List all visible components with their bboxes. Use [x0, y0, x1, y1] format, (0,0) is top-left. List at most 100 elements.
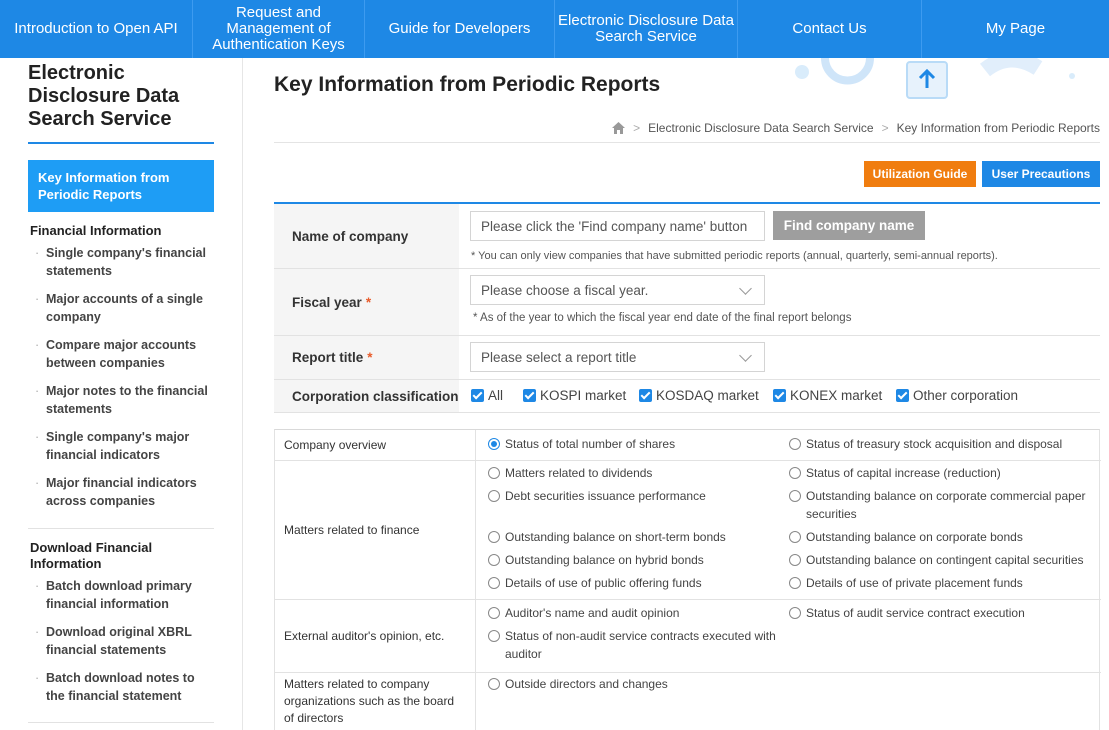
- sidebar-item-compare-accounts[interactable]: · Compare major accounts between companie…: [35, 336, 216, 372]
- radio-icon: [789, 577, 801, 589]
- sidebar-item-batch-primary[interactable]: · Batch download primary financial inform…: [35, 577, 216, 613]
- search-form: Name of company Please click the 'Find c…: [274, 202, 1100, 413]
- company-label: Name of company: [274, 204, 459, 268]
- breadcrumb-item[interactable]: Electronic Disclosure Data Search Servic…: [648, 121, 873, 135]
- checkbox-kosdaq[interactable]: KOSDAQ market: [639, 388, 759, 403]
- sidebar: Electronic Disclosure Data Search Servic…: [0, 58, 243, 730]
- column-divider: [475, 430, 476, 730]
- checkbox-checked-icon: [523, 389, 536, 402]
- classification-label-text: Corporation classification: [292, 389, 459, 404]
- checkbox-label: All: [488, 388, 504, 403]
- radio-label: Debt securities issuance performance: [505, 489, 706, 503]
- fiscal-year-select-value: Please choose a fiscal year.: [481, 282, 649, 298]
- radio-contingent-capital[interactable]: Outstanding balance on contingent capita…: [789, 551, 1084, 569]
- radio-hybrid-bonds[interactable]: Outstanding balance on hybrid bonds: [488, 551, 704, 569]
- radio-total-shares[interactable]: Status of total number of shares: [488, 435, 675, 453]
- radio-label: Auditor's name and audit opinion: [505, 606, 680, 620]
- bullet-icon: ·: [35, 671, 40, 685]
- radio-corporate-bonds[interactable]: Outstanding balance on corporate bonds: [789, 528, 1023, 546]
- report-title-select-value: Please select a report title: [481, 349, 637, 365]
- company-label-text: Name of company: [292, 228, 409, 244]
- radio-icon: [789, 607, 801, 619]
- chevron-down-icon: [739, 349, 752, 362]
- radio-label: Outstanding balance on corporate bonds: [806, 530, 1023, 544]
- sidebar-item-label: Single company's major financial indicat…: [46, 430, 190, 462]
- fiscal-year-label-text: Fiscal year: [292, 294, 362, 310]
- nav-auth-keys[interactable]: Request and Management of Authentication…: [193, 0, 365, 58]
- sidebar-item-label: Compare major accounts between companies: [46, 338, 197, 370]
- nav-disclosure-search[interactable]: Electronic Disclosure Data Search Servic…: [555, 0, 738, 58]
- report-title-label: Report title *: [274, 336, 459, 379]
- company-name-input[interactable]: Please click the 'Find company name' but…: [470, 211, 765, 241]
- radio-short-term-bonds[interactable]: Outstanding balance on short-term bonds: [488, 528, 726, 546]
- sidebar-item-key-information[interactable]: Key Information from Periodic Reports: [28, 160, 214, 212]
- checkbox-all[interactable]: All: [471, 388, 503, 403]
- radio-outside-directors[interactable]: Outside directors and changes: [488, 675, 668, 693]
- user-precautions-button[interactable]: User Precautions: [982, 161, 1100, 187]
- sidebar-item-xbrl[interactable]: · Download original XBRL financial statem…: [35, 623, 216, 659]
- fiscal-year-select[interactable]: Please choose a fiscal year.: [470, 275, 765, 305]
- radio-label: Outstanding balance on short-term bonds: [505, 530, 726, 544]
- radio-icon: [488, 630, 500, 642]
- radio-auditor-opinion[interactable]: Auditor's name and audit opinion: [488, 604, 679, 622]
- sidebar-title: Electronic Disclosure Data Search Servic…: [28, 62, 180, 130]
- radio-label: Status of capital increase (reduction): [806, 466, 1001, 480]
- sidebar-item-major-notes[interactable]: · Major notes to the financial statements: [35, 382, 216, 418]
- category-finance: Matters related to finance: [284, 522, 420, 537]
- radio-label: Status of non-audit service contracts ex…: [505, 629, 776, 661]
- radio-non-audit-contracts[interactable]: Status of non-audit service contracts ex…: [488, 627, 778, 663]
- bullet-icon: ·: [35, 338, 40, 352]
- sidebar-item-major-accounts-single[interactable]: · Major accounts of a single company: [35, 290, 216, 326]
- sidebar-item-label: Single company's financial statements: [46, 246, 206, 278]
- sidebar-item-indicators-across[interactable]: · Major financial indicators across compa…: [35, 474, 216, 510]
- sidebar-item-single-fs[interactable]: · Single company's financial statements: [35, 244, 216, 280]
- checkbox-checked-icon: [773, 389, 786, 402]
- checkbox-kospi[interactable]: KOSPI market: [523, 388, 626, 403]
- chevron-down-icon: [739, 282, 752, 295]
- nav-intro-open-api[interactable]: Introduction to Open API: [0, 0, 193, 58]
- sidebar-separator: [28, 722, 214, 723]
- sidebar-item-single-indicators[interactable]: · Single company's major financial indica…: [35, 428, 216, 464]
- fiscal-year-label: Fiscal year *: [274, 269, 459, 335]
- radio-public-offering[interactable]: Details of use of public offering funds: [488, 574, 702, 592]
- radio-audit-contract[interactable]: Status of audit service contract executi…: [789, 604, 1025, 622]
- radio-dividends[interactable]: Matters related to dividends: [488, 464, 652, 482]
- header-divider: [274, 142, 1100, 143]
- radio-treasury-stock[interactable]: Status of treasury stock acquisition and…: [789, 435, 1062, 453]
- sidebar-item-label: Major accounts of a single company: [46, 292, 203, 324]
- checkbox-konex[interactable]: KONEX market: [773, 388, 882, 403]
- header-decoration-icon: [795, 58, 1075, 99]
- sidebar-item-batch-notes[interactable]: · Batch download notes to the financial s…: [35, 669, 216, 705]
- report-title-select[interactable]: Please select a report title: [470, 342, 765, 372]
- radio-icon: [488, 554, 500, 566]
- radio-label: Status of total number of shares: [505, 437, 676, 451]
- radio-capital-increase[interactable]: Status of capital increase (reduction): [789, 464, 1001, 482]
- radio-icon: [488, 531, 500, 543]
- radio-label: Details of use of private placement fund…: [806, 576, 1023, 590]
- radio-label: Matters related to dividends: [505, 466, 653, 480]
- find-company-button[interactable]: Find company name: [773, 211, 925, 240]
- radio-label: Outside directors and changes: [505, 677, 668, 691]
- radio-icon: [488, 607, 500, 619]
- home-icon[interactable]: [612, 122, 626, 134]
- utilization-guide-button[interactable]: Utilization Guide: [864, 161, 976, 187]
- nav-my-page[interactable]: My Page: [922, 0, 1109, 58]
- nav-developer-guide[interactable]: Guide for Developers: [365, 0, 555, 58]
- radio-label: Details of use of public offering funds: [505, 576, 702, 590]
- nav-contact-us[interactable]: Contact Us: [738, 0, 922, 58]
- row-divider: [274, 412, 1100, 413]
- radio-commercial-paper[interactable]: Outstanding balance on corporate commerc…: [789, 487, 1089, 523]
- chevron-right-icon: >: [881, 121, 889, 135]
- bullet-icon: ·: [35, 579, 40, 593]
- sidebar-item-label: Major financial indicators across compan…: [46, 476, 197, 508]
- company-note: * You can only view companies that have …: [471, 250, 998, 262]
- radio-label: Status of audit service contract executi…: [806, 606, 1025, 620]
- radio-debt-securities[interactable]: Debt securities issuance performance: [488, 487, 706, 505]
- breadcrumb: > Electronic Disclosure Data Search Serv…: [612, 121, 1100, 135]
- bullet-icon: ·: [35, 246, 40, 260]
- radio-private-placement[interactable]: Details of use of private placement fund…: [789, 574, 1023, 592]
- checkbox-other[interactable]: Other corporation: [896, 388, 1018, 403]
- radio-label: Status of treasury stock acquisition and…: [806, 437, 1063, 451]
- sidebar-item-label: Batch download primary financial informa…: [46, 579, 192, 611]
- bullet-icon: ·: [35, 384, 40, 398]
